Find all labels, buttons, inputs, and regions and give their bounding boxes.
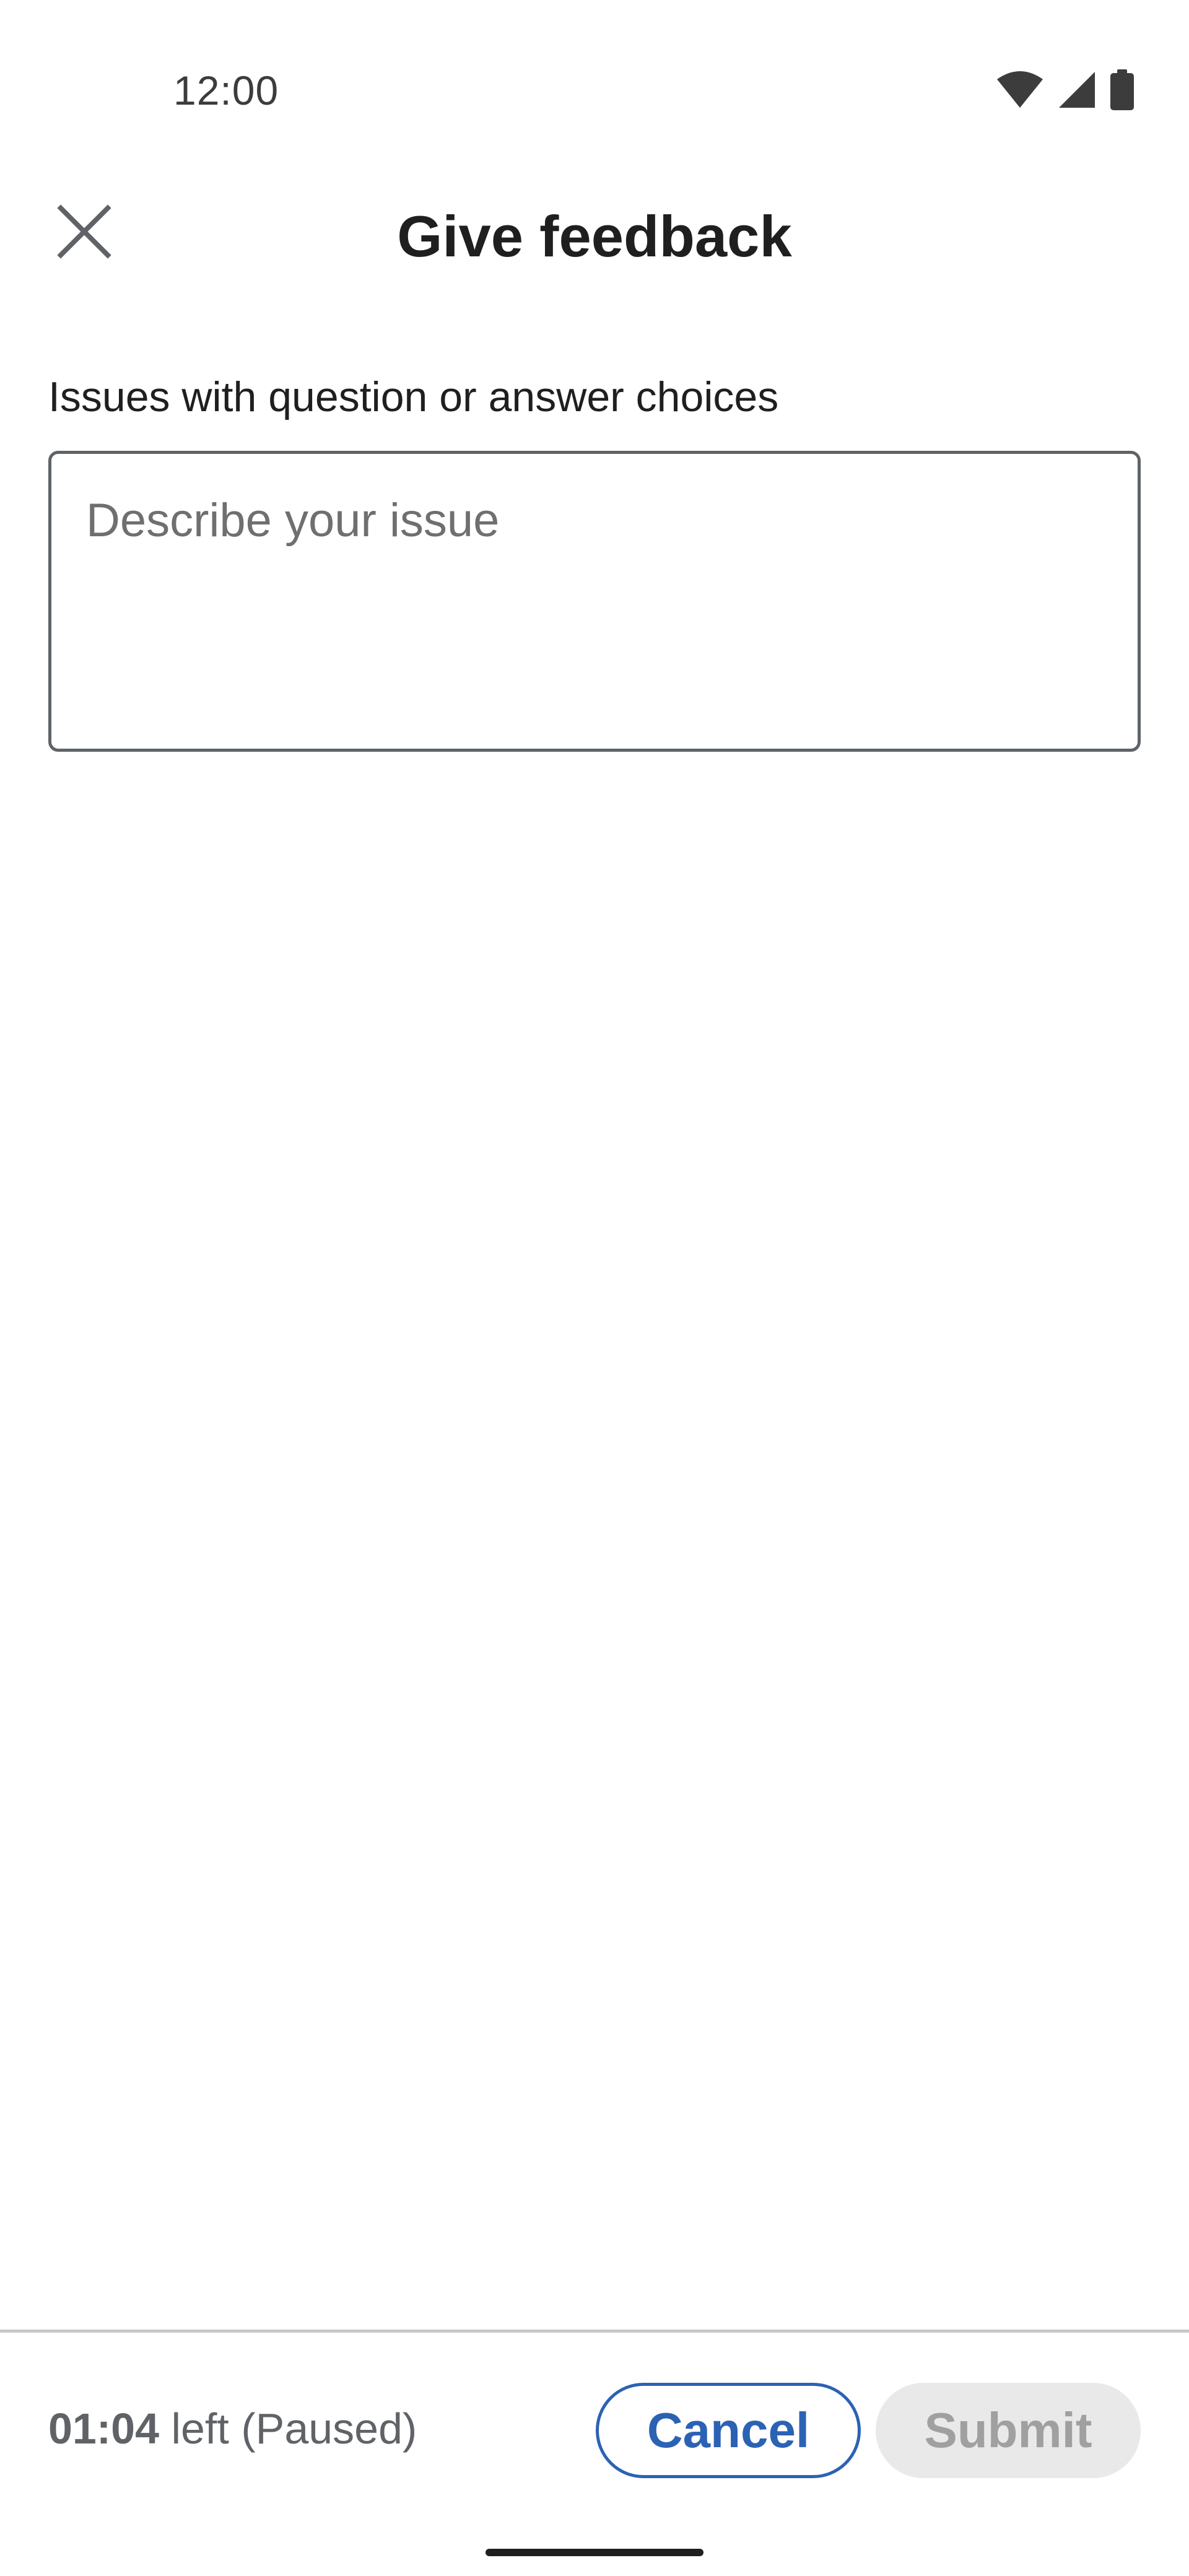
battery-icon bbox=[1110, 69, 1135, 113]
signal-icon bbox=[1058, 71, 1096, 112]
issue-field-label: Issues with question or answer choices bbox=[48, 373, 779, 420]
wifi-icon bbox=[996, 71, 1044, 112]
app-bar: Give feedback bbox=[0, 186, 1189, 285]
cancel-button[interactable]: Cancel bbox=[596, 2383, 861, 2478]
page-title: Give feedback bbox=[397, 204, 792, 269]
issue-description-input[interactable] bbox=[48, 451, 1141, 752]
timer-suffix: left (Paused) bbox=[159, 2404, 417, 2453]
status-time: 12:00 bbox=[173, 67, 279, 113]
timer-value: 01:04 bbox=[48, 2404, 160, 2453]
status-bar: 12:00 bbox=[0, 0, 1189, 186]
status-icons bbox=[996, 69, 1135, 113]
gesture-nav-bar[interactable] bbox=[486, 2549, 703, 2556]
timer-status: 01:04 left (Paused) bbox=[48, 2404, 417, 2453]
submit-button[interactable]: Submit bbox=[876, 2383, 1141, 2478]
footer-divider bbox=[0, 2330, 1189, 2333]
feedback-screen: 12:00 Give feedback Issues with question… bbox=[0, 0, 1189, 2576]
